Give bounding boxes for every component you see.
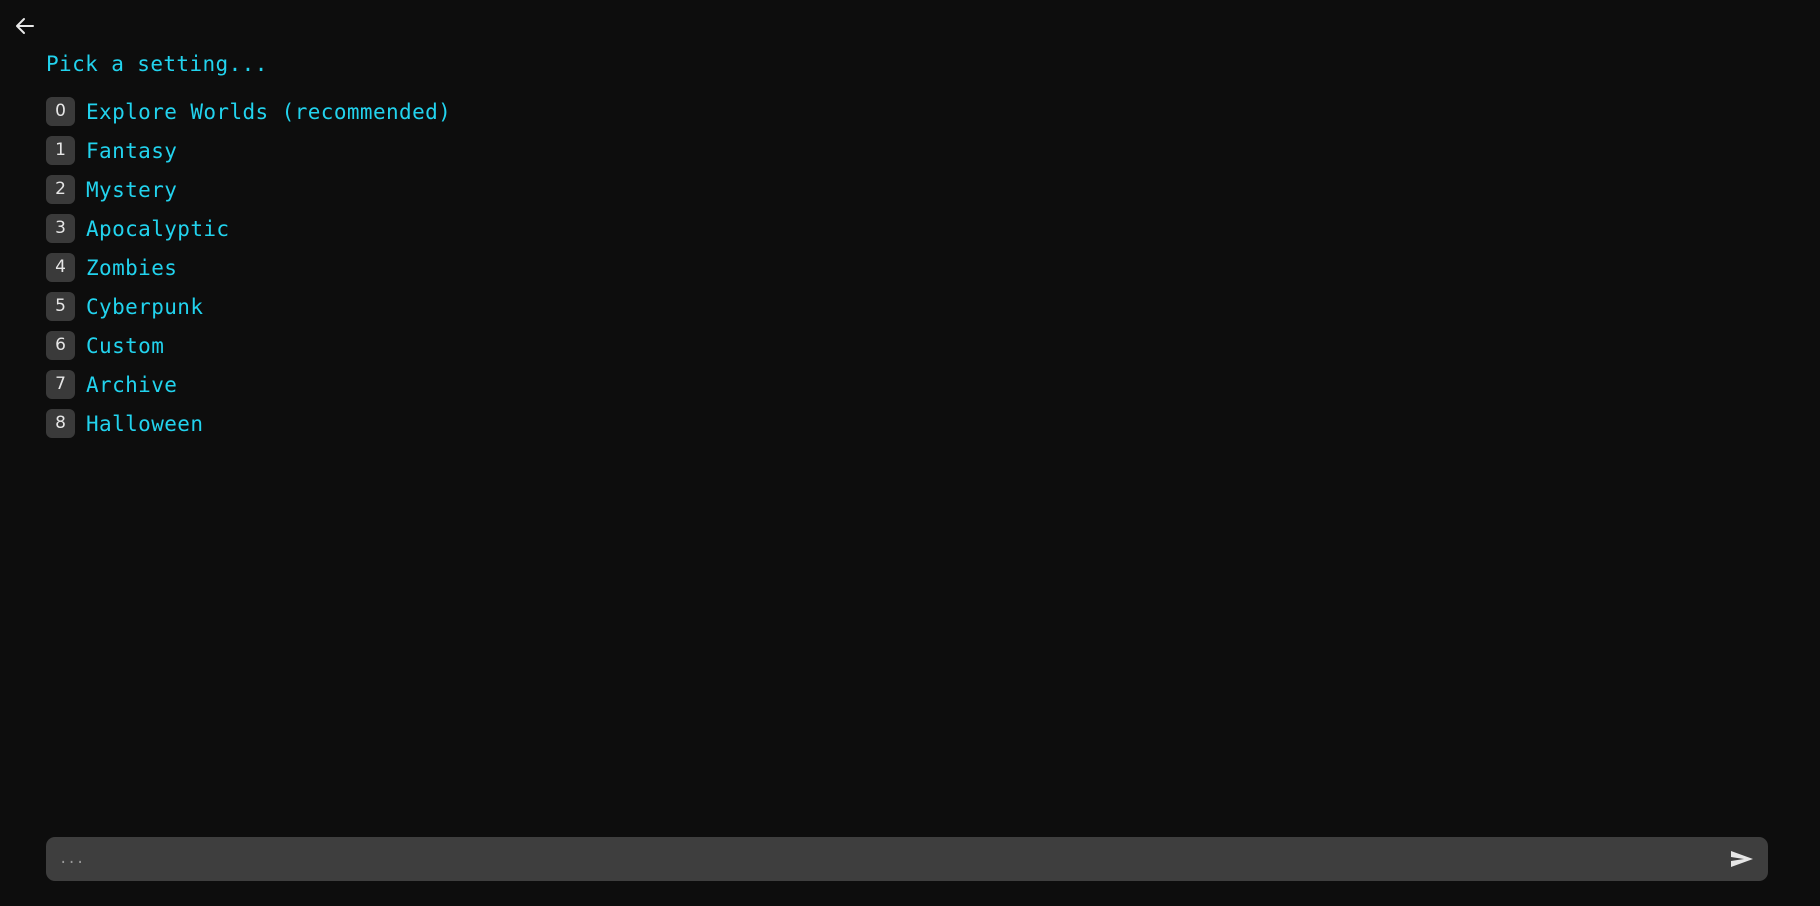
option-label: Apocalyptic [86, 216, 230, 241]
option-index-badge: 7 [46, 370, 75, 399]
message-input[interactable] [55, 839, 1722, 879]
option-label: Zombies [86, 255, 178, 280]
settings-option-list: 0 Explore Worlds (recommended) 1 Fantasy… [0, 92, 1820, 443]
option-label: Archive [86, 372, 178, 397]
option-index-badge: 8 [46, 409, 75, 438]
option-index-badge: 0 [46, 97, 75, 126]
option-index-badge: 4 [46, 253, 75, 282]
option-index-badge: 5 [46, 292, 75, 321]
send-icon [1729, 848, 1755, 870]
conversation-area: Pick a setting... 0 Explore Worlds (reco… [0, 44, 1820, 824]
list-item[interactable]: 6 Custom [46, 326, 1820, 365]
option-label: Halloween [86, 411, 204, 436]
option-label: Explore Worlds (recommended) [86, 99, 452, 124]
list-item[interactable]: 5 Cyberpunk [46, 287, 1820, 326]
option-label: Cyberpunk [86, 294, 204, 319]
back-button[interactable] [10, 12, 40, 40]
send-button[interactable] [1722, 840, 1762, 878]
list-item[interactable]: 0 Explore Worlds (recommended) [46, 92, 1820, 131]
option-index-badge: 1 [46, 136, 75, 165]
list-item[interactable]: 2 Mystery [46, 170, 1820, 209]
message-composer [46, 837, 1768, 881]
option-label: Mystery [86, 177, 178, 202]
option-index-badge: 3 [46, 214, 75, 243]
option-index-badge: 2 [46, 175, 75, 204]
page-title: Pick a setting... [46, 52, 268, 76]
list-item[interactable]: 1 Fantasy [46, 131, 1820, 170]
list-item[interactable]: 8 Halloween [46, 404, 1820, 443]
app-root: Pick a setting... 0 Explore Worlds (reco… [0, 0, 1820, 906]
option-index-badge: 6 [46, 331, 75, 360]
list-item[interactable]: 4 Zombies [46, 248, 1820, 287]
option-label: Custom [86, 333, 165, 358]
arrow-left-icon [13, 14, 37, 38]
option-label: Fantasy [86, 138, 178, 163]
list-item[interactable]: 3 Apocalyptic [46, 209, 1820, 248]
list-item[interactable]: 7 Archive [46, 365, 1820, 404]
